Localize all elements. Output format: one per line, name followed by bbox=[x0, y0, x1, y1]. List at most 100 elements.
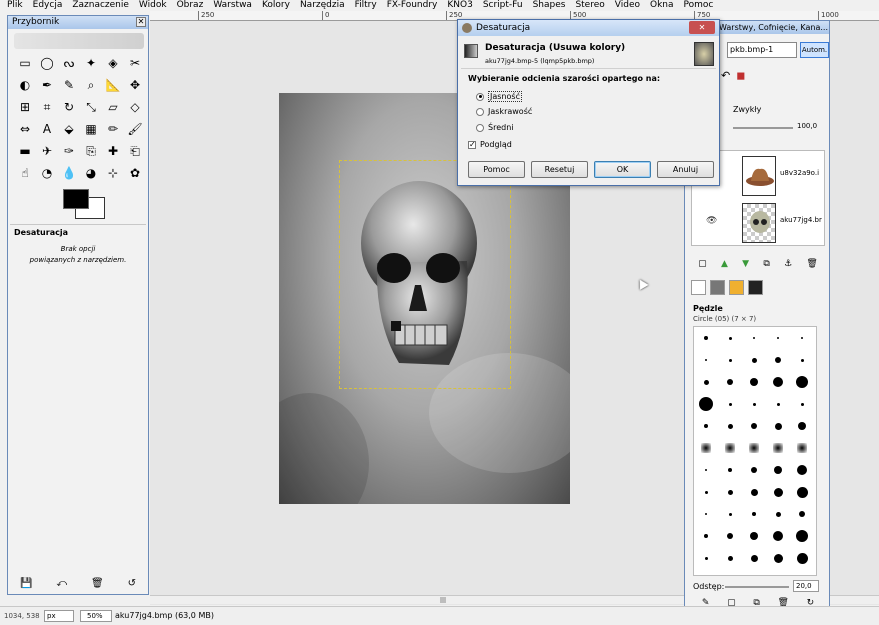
paths-tool-icon[interactable]: ✒ bbox=[38, 76, 56, 94]
fuzzy-select-tool-icon[interactable]: ✦ bbox=[82, 54, 100, 72]
brush-preview[interactable] bbox=[742, 525, 766, 547]
brush-preview[interactable] bbox=[790, 327, 814, 349]
blend-tool-icon[interactable]: ▦ bbox=[82, 120, 100, 138]
menu-item[interactable]: Warstwa bbox=[208, 0, 257, 11]
brush-preview[interactable] bbox=[790, 371, 814, 393]
brush-preview[interactable] bbox=[790, 437, 814, 459]
rect-select-tool-icon[interactable]: ▭ bbox=[16, 54, 34, 72]
brush-preview[interactable] bbox=[694, 371, 718, 393]
brush-preview[interactable] bbox=[718, 481, 742, 503]
close-icon[interactable]: ✕ bbox=[689, 21, 715, 34]
brush-preview[interactable] bbox=[766, 503, 790, 525]
move-tool-icon[interactable]: ✥ bbox=[126, 76, 144, 94]
text-tool-icon[interactable]: A bbox=[38, 120, 56, 138]
menu-item[interactable]: Shapes bbox=[528, 0, 571, 11]
fg-bg-color-selector[interactable] bbox=[61, 187, 107, 221]
scissors-tool-icon[interactable]: ✂ bbox=[126, 54, 144, 72]
brush-preview[interactable] bbox=[790, 525, 814, 547]
brush-preview[interactable] bbox=[694, 525, 718, 547]
save-options-icon[interactable]: 💾 bbox=[20, 578, 32, 589]
scrollbar-thumb[interactable] bbox=[440, 597, 446, 603]
channels-icon[interactable]: ◼ bbox=[736, 69, 745, 82]
crop-tool-icon[interactable]: ⌗ bbox=[38, 98, 56, 116]
cage-tool-icon[interactable]: ⊹ bbox=[104, 164, 122, 182]
brush-preview[interactable] bbox=[718, 525, 742, 547]
lower-layer-icon[interactable]: ▼ bbox=[742, 259, 749, 269]
warp-tool-icon[interactable]: ✿ bbox=[126, 164, 144, 182]
pencil-tool-icon[interactable]: ✏ bbox=[104, 120, 122, 138]
menu-item[interactable]: Script-Fu bbox=[478, 0, 528, 11]
brush-preview[interactable] bbox=[766, 547, 790, 569]
radio-luminosity[interactable]: Jaskrawość bbox=[476, 107, 532, 116]
smudge-tool-icon[interactable]: ☝ bbox=[16, 164, 34, 182]
menu-item[interactable]: Kolory bbox=[257, 0, 295, 11]
brush-preview[interactable] bbox=[766, 459, 790, 481]
dodge-tool-icon[interactable]: ◕ bbox=[82, 164, 100, 182]
brush-preview[interactable] bbox=[766, 525, 790, 547]
brush-preview[interactable] bbox=[742, 503, 766, 525]
scale-tool-icon[interactable]: ⤡ bbox=[82, 98, 100, 116]
menu-item[interactable]: Widok bbox=[134, 0, 172, 11]
convolve-tool-icon[interactable]: 💧 bbox=[60, 164, 78, 182]
new-layer-icon[interactable]: ▢ bbox=[698, 259, 707, 269]
perspective-tool-icon[interactable]: ◇ bbox=[126, 98, 144, 116]
reset-options-icon[interactable]: ↺ bbox=[128, 578, 136, 589]
brush-preview[interactable] bbox=[694, 349, 718, 371]
brush-preview[interactable] bbox=[718, 415, 742, 437]
menu-item[interactable]: Filtry bbox=[350, 0, 382, 11]
foreground-select-tool-icon[interactable]: ◐ bbox=[16, 76, 34, 94]
brush-preview[interactable] bbox=[742, 371, 766, 393]
restore-options-icon[interactable]: ⤺ bbox=[56, 578, 67, 589]
raise-layer-icon[interactable]: ▲ bbox=[721, 259, 728, 269]
tab-brushes[interactable] bbox=[691, 280, 706, 295]
foreground-color-swatch[interactable] bbox=[63, 189, 89, 209]
menu-item[interactable]: Okna bbox=[645, 0, 679, 11]
selection-marquee[interactable] bbox=[339, 160, 511, 389]
brush-preview[interactable] bbox=[718, 459, 742, 481]
dialog-titlebar[interactable]: Desaturacja ✕ bbox=[458, 20, 719, 36]
radio-lightness[interactable]: Jasność bbox=[476, 91, 522, 102]
free-select-tool-icon[interactable]: ᔓ bbox=[60, 54, 78, 72]
shear-tool-icon[interactable]: ▱ bbox=[104, 98, 122, 116]
menu-item[interactable]: Plik bbox=[2, 0, 28, 11]
align-tool-icon[interactable]: ⊞ bbox=[16, 98, 34, 116]
ok-button[interactable]: OK bbox=[594, 161, 651, 178]
brush-preview[interactable] bbox=[694, 415, 718, 437]
brush-preview[interactable] bbox=[790, 459, 814, 481]
brush-preview[interactable] bbox=[766, 437, 790, 459]
menu-item[interactable]: Stereo bbox=[570, 0, 609, 11]
reset-button[interactable]: Resetuj bbox=[531, 161, 588, 178]
brush-preview[interactable] bbox=[694, 327, 718, 349]
radio-indicator[interactable] bbox=[476, 107, 484, 116]
brush-preview[interactable] bbox=[694, 437, 718, 459]
delete-layer-icon[interactable]: 🗑 bbox=[806, 259, 817, 269]
toolbox-titlebar[interactable]: Przybornik ✕ bbox=[8, 16, 148, 29]
brush-preview[interactable] bbox=[742, 415, 766, 437]
brush-preview[interactable] bbox=[694, 481, 718, 503]
ink-tool-icon[interactable]: ✑ bbox=[60, 142, 78, 160]
layer-mode-dropdown[interactable]: Zwykły bbox=[733, 105, 761, 114]
clone-tool-icon[interactable]: ⎘ bbox=[82, 142, 100, 160]
perspective-clone-tool-icon[interactable]: ⎗ bbox=[126, 142, 144, 160]
brush-preview[interactable] bbox=[790, 349, 814, 371]
flip-tool-icon[interactable]: ⇔ bbox=[16, 120, 34, 138]
brush-preview[interactable] bbox=[718, 393, 742, 415]
brush-preview[interactable] bbox=[694, 503, 718, 525]
spacing-slider[interactable] bbox=[725, 586, 789, 588]
menu-item[interactable]: Video bbox=[610, 0, 645, 11]
tab-patterns[interactable] bbox=[710, 280, 725, 295]
tab-gradients[interactable] bbox=[729, 280, 744, 295]
eraser-tool-icon[interactable]: ▬ bbox=[16, 142, 34, 160]
undo-icon[interactable]: ↶ bbox=[721, 69, 730, 82]
image-select-dropdown[interactable]: pkb.bmp-1 bbox=[727, 42, 797, 58]
dodge-burn-tool-icon[interactable]: ◔ bbox=[38, 164, 56, 182]
bucket-fill-tool-icon[interactable]: ⬙ bbox=[60, 120, 78, 138]
rotate-tool-icon[interactable]: ↻ bbox=[60, 98, 78, 116]
brush-preview[interactable] bbox=[790, 481, 814, 503]
anchor-layer-icon[interactable]: ⚓ bbox=[784, 259, 792, 269]
brush-preview[interactable] bbox=[742, 393, 766, 415]
paintbrush-tool-icon[interactable]: 🖌 bbox=[126, 120, 144, 138]
brush-preview[interactable] bbox=[742, 481, 766, 503]
brush-preview[interactable] bbox=[718, 349, 742, 371]
brush-preview[interactable] bbox=[718, 437, 742, 459]
